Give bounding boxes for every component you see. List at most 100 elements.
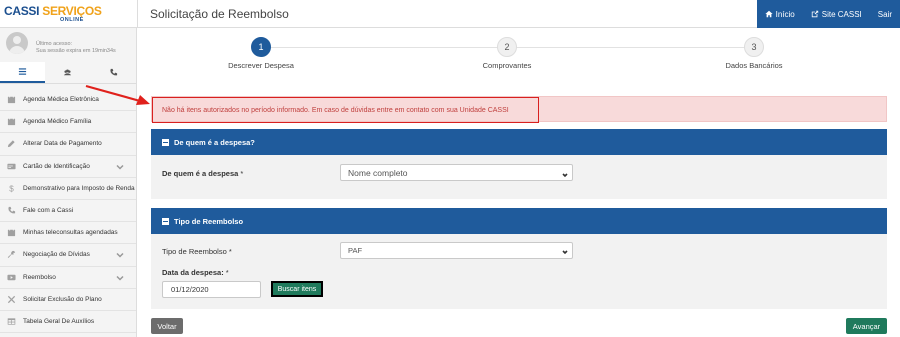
step-2-label: Comprovantes [482,61,532,70]
phone-icon [110,68,117,76]
sidebar-item-minhas-teleconsultas-agendadas[interactable]: Minhas teleconsultas agendadas [0,222,136,245]
top-bar: CASSI SERVIÇOS ONLINE Solicitação de Ree… [0,0,900,28]
panel-despesa: De quem é a despesa? De quem é a despesa… [151,129,887,199]
tab-people[interactable] [45,62,90,83]
logout-link[interactable]: Sair [870,0,900,28]
data-despesa-input[interactable]: 01/12/2020 [162,281,261,298]
chevron-down-icon [116,251,124,259]
tipo-label-text: Tipo de Reembolso [162,247,227,256]
step-2-number: 2 [497,37,517,57]
voltar-button[interactable]: Voltar [151,318,183,334]
step-3-label: Dados Bancários [725,61,783,70]
panel-tipo-title: Tipo de Reembolso [174,216,244,226]
sidebar-item-alterar-data-de-pagamento[interactable]: Alterar Data de Pagamento [0,133,136,156]
tipo-select[interactable]: PAF [340,242,573,259]
avatar [6,32,28,54]
avancar-button[interactable]: Avançar [846,318,887,334]
chevron-down-icon [116,274,124,282]
sidebar-item-label: Reembolso [23,273,56,281]
calendar-icon [6,95,16,105]
despesa-select[interactable]: Nome completo [340,164,573,181]
step-3-number: 3 [744,37,764,57]
calendar-icon [6,228,16,238]
panel-tipo-reembolso: Tipo de Reembolso Tipo de Reembolso * PA… [151,208,887,309]
buscar-itens-button[interactable]: Buscar itens [271,281,323,297]
cassi-logo[interactable]: CASSI SERVIÇOS ONLINE [4,4,132,24]
sidebar-item-negociacao-de-dividas[interactable]: Negociação de Dívidas [0,244,136,267]
close-icon [6,294,16,304]
logo-text-online: ONLINE [60,17,84,23]
user-info: Último acesso: Sua sessão expira em 19mi… [0,28,136,62]
video-icon [6,272,16,282]
despesa-label: De quem é a despesa * [162,169,243,178]
users-icon [64,69,72,76]
sidebar-item-label: Cartão de Identificação [23,162,90,170]
sidebar-item-tabela-geral-de-auxilios[interactable]: Tabela Geral De Auxílios [0,311,136,334]
collapse-icon [162,217,169,225]
logo-text-servicos: SERVIÇOS [42,4,102,18]
svg-text:$: $ [9,184,14,192]
card-icon [6,161,16,171]
sidebar-item-solicitar-exclusao-do-plano[interactable]: Solicitar Exclusão do Plano [0,289,136,311]
panel-despesa-title: De quem é a despesa? [174,137,255,147]
tab-phone[interactable] [91,62,136,83]
required-mark: * [240,169,244,178]
step-3[interactable]: 3 Dados Bancários [694,37,814,70]
sidebar-item-label: Fale com a Cassi [23,207,74,215]
sidebar-item-label: Solicitar Exclusão do Plano [23,295,102,303]
header-divider [137,0,138,28]
required-mark: * [225,268,229,277]
step-2[interactable]: 2 Comprovantes [447,37,567,70]
table-icon [6,316,16,326]
sidebar-item-demonstrativo-para-imposto-de-renda[interactable]: $ Demonstrativo para Imposto de Renda [0,178,136,200]
step-1[interactable]: 1 Descrever Despesa [201,37,321,70]
sidebar-item-fale-com-a-cassi[interactable]: Fale com a Cassi [0,200,136,223]
step-1-number: 1 [251,37,271,57]
despesa-label-text: De quem é a despesa [162,169,239,178]
sidebar-item-agenda-medico-familia[interactable]: Agenda Médico Família [0,111,136,134]
panel-tipo-header[interactable]: Tipo de Reembolso [151,208,887,234]
session-expiry-text: Sua sessão expira em 19min34s [36,48,116,54]
stepper: 1 Descrever Despesa 2 Comprovantes 3 Dad… [138,28,900,83]
dollar-icon: $ [6,183,16,193]
edit-icon [6,139,16,149]
chevron-down-icon [562,248,568,257]
last-access-text: Último acesso: [36,41,73,47]
sidebar-item-cartao-de-identificacao[interactable]: Cartão de Identificação [0,156,136,178]
sidebar-item-label: Negociação de Dívidas [23,251,90,259]
wrench-icon [6,250,16,260]
phone-icon [6,206,16,216]
chevron-down-icon [116,163,124,171]
menu-icon [19,68,27,75]
chevron-down-icon [562,170,568,180]
tipo-label: Tipo de Reembolso * [162,247,232,256]
sidebar-item-label: Alterar Data de Pagamento [23,140,102,148]
sidebar-tabs [0,62,136,84]
external-link-icon [811,10,818,18]
site-cassi-link[interactable]: Site CASSI [803,0,870,28]
top-nav: Início Site CASSI Sair [756,0,900,28]
page-title: Solicitação de Reembolso [150,7,289,21]
logout-label: Sair [877,9,892,19]
required-mark: * [228,247,232,256]
despesa-select-value: Nome completo [348,167,408,178]
sidebar: Último acesso: Sua sessão expira em 19mi… [0,28,137,337]
data-despesa-label: Data da despesa: * [162,268,229,277]
calendar-icon [6,117,16,127]
sidebar-item-label: Demonstrativo para Imposto de Renda [23,184,135,192]
tipo-select-value: PAF [348,246,363,255]
home-link-label: Início [775,9,795,19]
data-despesa-label-text: Data da despesa: [162,268,224,277]
home-icon [765,10,773,18]
tab-menu[interactable] [0,62,46,83]
home-link[interactable]: Início [757,0,803,28]
step-1-label: Descrever Despesa [228,61,294,70]
data-despesa-value: 01/12/2020 [171,285,209,294]
sidebar-item-label: Tabela Geral De Auxílios [23,317,95,325]
sidebar-item-reembolso[interactable]: Reembolso [0,267,136,289]
sidebar-menu: Agenda Médica Eletrônica Agenda Médico Fa… [0,89,136,334]
alert-message: Não há itens autorizados no período info… [152,97,539,123]
sidebar-item-label: Agenda Médico Família [23,118,92,126]
panel-despesa-header[interactable]: De quem é a despesa? [151,129,887,155]
alert-banner: Não há itens autorizados no período info… [151,96,887,123]
